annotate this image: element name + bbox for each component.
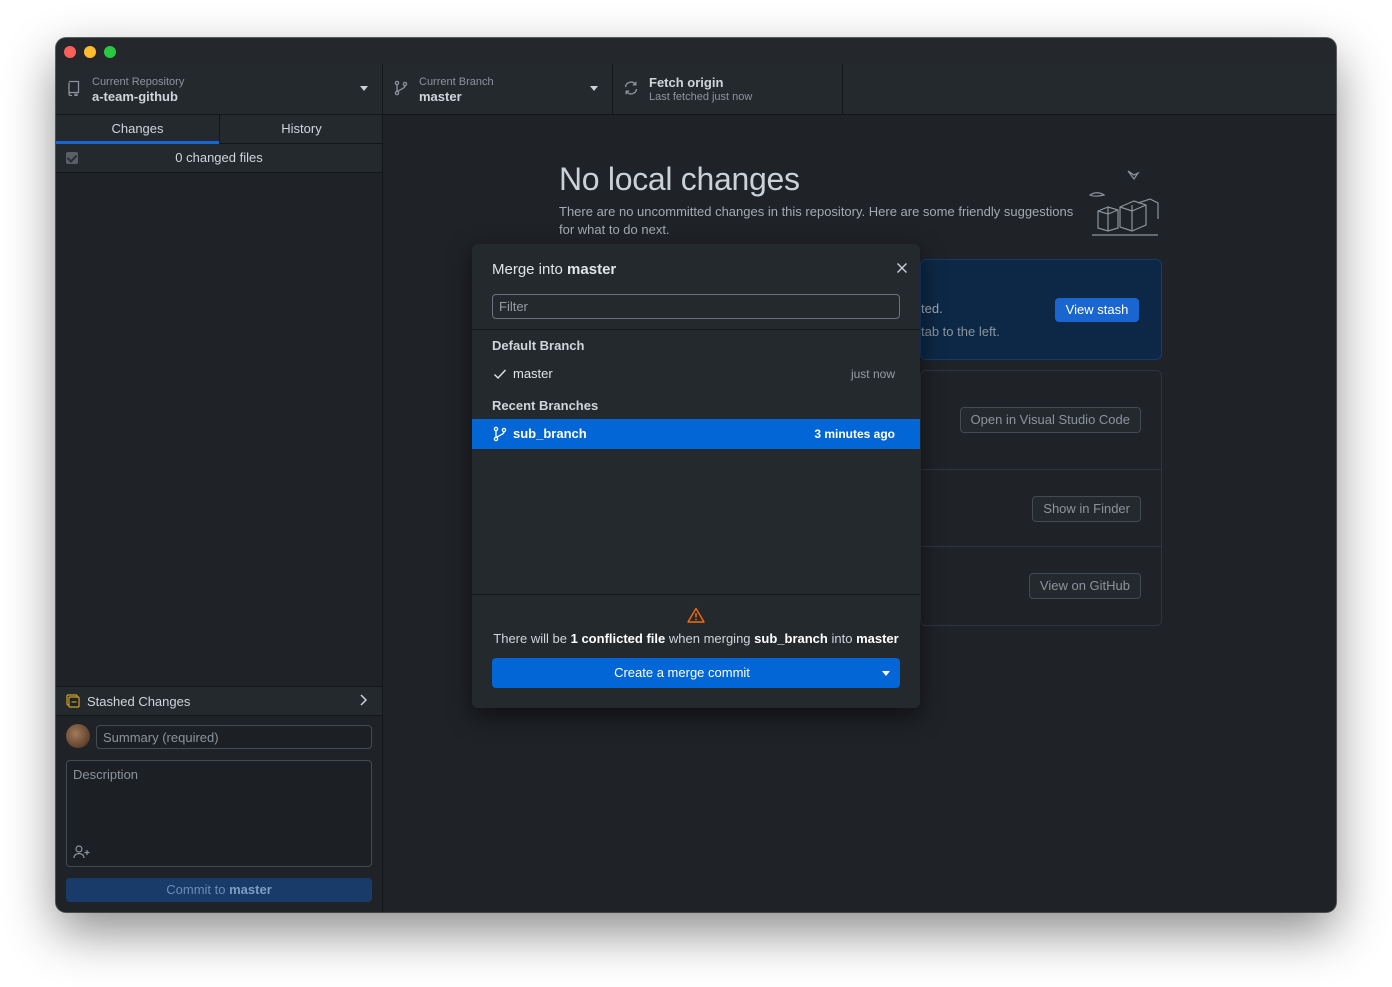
stashed-changes-row[interactable]: Stashed Changes xyxy=(56,686,382,716)
filter-placeholder: Filter xyxy=(499,299,528,314)
dialog-footer: There will be 1 conflicted file when mer… xyxy=(472,594,920,708)
fetch-subtitle: Last fetched just now xyxy=(649,91,753,103)
page-description: There are no uncommitted changes in this… xyxy=(559,204,1074,237)
current-branch-button[interactable]: Current Branch master xyxy=(383,64,613,114)
title-bar xyxy=(56,38,1336,64)
commit-button[interactable]: Commit to master xyxy=(66,878,372,902)
merge-status-message: There will be 1 conflicted file when mer… xyxy=(472,631,920,646)
changed-files-header: 0 changed files xyxy=(56,144,382,173)
chevron-down-icon[interactable] xyxy=(882,671,890,676)
branch-icon xyxy=(394,80,408,96)
minimize-window-button[interactable] xyxy=(84,46,96,58)
branch-time: just now xyxy=(850,367,895,381)
chevron-right-icon xyxy=(360,694,368,706)
fetch-origin-button[interactable]: Fetch origin Last fetched just now xyxy=(613,64,843,114)
avatar xyxy=(66,724,90,748)
target-branch: master xyxy=(856,631,899,646)
dialog-title-branch: master xyxy=(567,261,617,278)
conflict-count: 1 conflicted file xyxy=(570,631,666,646)
merge-dialog: Merge into master Filter Default Branch … xyxy=(472,244,920,708)
chevron-down-icon xyxy=(590,86,598,91)
page-title: No local changes xyxy=(559,161,800,197)
commit-prefix: Commit to xyxy=(166,882,226,897)
add-co-author-icon[interactable] xyxy=(73,844,91,860)
branch-name: master xyxy=(513,366,553,381)
suggested-actions: Open in Visual Studio Code Show in Finde… xyxy=(920,370,1162,626)
stash-suggestion-card: ted. tab to the left. View stash xyxy=(920,259,1162,360)
description-placeholder: Description xyxy=(73,767,139,782)
source-branch: sub_branch xyxy=(754,631,828,646)
app-window: Current Repository a-team-github Current… xyxy=(56,38,1336,912)
msg-part: into xyxy=(831,631,853,646)
recent-branches-heading: Recent Branches xyxy=(492,398,599,413)
empty-state-illustration xyxy=(1088,170,1159,236)
chevron-down-icon xyxy=(360,86,368,91)
repo-icon xyxy=(68,80,80,96)
stashed-changes-label: Stashed Changes xyxy=(87,694,191,709)
branch-time: 3 minutes ago xyxy=(814,427,895,441)
dialog-title-prefix: Merge into xyxy=(492,261,563,278)
tab-changes[interactable]: Changes xyxy=(56,115,220,144)
view-stash-button[interactable]: View stash xyxy=(1055,298,1139,322)
tab-history[interactable]: History xyxy=(220,115,383,143)
branch-item-master[interactable]: master just now xyxy=(472,359,920,389)
repo-name: a-team-github xyxy=(92,89,178,104)
sidebar-tabs: Changes History xyxy=(56,115,382,144)
current-repository-button[interactable]: Current Repository a-team-github xyxy=(56,64,383,114)
summary-placeholder: Summary (required) xyxy=(103,730,219,745)
zoom-window-button[interactable] xyxy=(104,46,116,58)
branch-item-sub-branch[interactable]: sub_branch 3 minutes ago xyxy=(472,419,920,449)
close-window-button[interactable] xyxy=(64,46,76,58)
commit-branch: master xyxy=(229,882,272,897)
merge-button-label: Create a merge commit xyxy=(614,665,750,680)
msg-part: when merging xyxy=(668,631,751,646)
divider xyxy=(472,329,920,330)
default-branch-heading: Default Branch xyxy=(492,338,585,353)
msg-part: There will be xyxy=(493,631,567,646)
branch-name: sub_branch xyxy=(513,426,587,441)
stash-text: ted. xyxy=(921,301,943,316)
sync-icon xyxy=(624,81,638,95)
close-icon[interactable] xyxy=(896,262,908,274)
changed-files-count: 0 changed files xyxy=(175,150,263,165)
branch-filter-input[interactable]: Filter xyxy=(492,294,900,319)
show-in-finder-button[interactable]: Show in Finder xyxy=(1032,496,1141,522)
action-row-finder: Show in Finder xyxy=(921,470,1161,547)
description-input[interactable]: Description xyxy=(66,760,372,867)
view-on-github-button[interactable]: View on GitHub xyxy=(1028,573,1141,599)
stash-hint: tab to the left. xyxy=(921,324,1000,339)
check-icon xyxy=(494,369,507,380)
stash-icon xyxy=(66,694,80,708)
branch-label: Current Branch xyxy=(419,76,494,88)
toolbar: Current Repository a-team-github Current… xyxy=(56,64,1336,115)
dialog-title: Merge into master xyxy=(492,261,616,278)
action-row-editor: Open in Visual Studio Code xyxy=(921,371,1161,470)
fetch-title: Fetch origin xyxy=(649,75,724,90)
branch-icon xyxy=(493,426,507,442)
repo-label: Current Repository xyxy=(92,76,185,88)
create-merge-commit-button[interactable]: Create a merge commit xyxy=(492,658,900,688)
summary-input[interactable]: Summary (required) xyxy=(96,725,372,749)
action-row-github: View on GitHub xyxy=(921,547,1161,625)
warning-icon xyxy=(687,607,705,623)
sidebar: Changes History 0 changed files Stashed … xyxy=(56,115,383,912)
open-in-editor-button[interactable]: Open in Visual Studio Code xyxy=(959,407,1141,433)
branch-name: master xyxy=(419,89,462,104)
